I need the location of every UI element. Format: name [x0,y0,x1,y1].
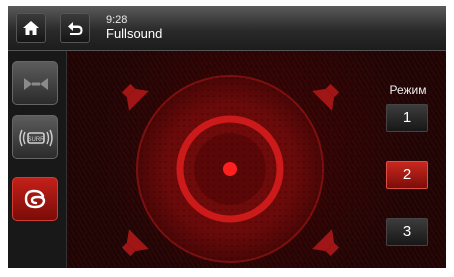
mode-button-3[interactable]: 3 [386,218,428,246]
svg-text:SURR: SURR [27,137,45,143]
sidebar: SURR [8,51,67,268]
surround-button[interactable]: SURR [12,115,58,159]
fullsound-button[interactable] [12,177,58,221]
mode-label: Режим [389,83,427,97]
app-screen: 9:28 Fullsound SURR Режим 1 2 3 [8,6,446,268]
balance-button[interactable] [12,61,58,105]
page-title: Fullsound [106,26,163,41]
balance-point[interactable] [223,162,237,176]
home-button[interactable] [16,13,46,43]
back-button[interactable] [60,13,90,43]
top-bar: 9:28 Fullsound [8,6,446,51]
clock-time: 9:28 [106,14,128,26]
mode-button-1[interactable]: 1 [386,104,428,132]
mode-button-2[interactable]: 2 [386,161,428,189]
